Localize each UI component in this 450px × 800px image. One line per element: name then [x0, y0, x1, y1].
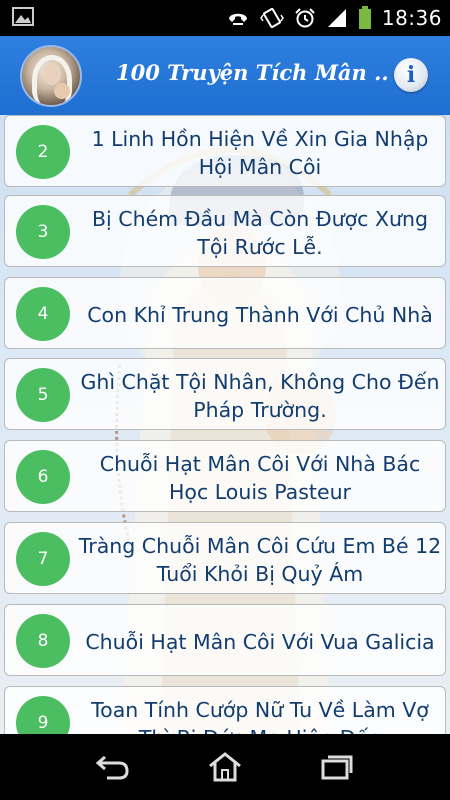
story-number-badge: 4 [16, 287, 70, 341]
list-item[interactable]: 7 Tràng Chuỗi Mân Côi Cứu Em Bé 12 Tuổi … [4, 522, 446, 594]
list-item[interactable]: 3 Bị Chém Đầu Mà Còn Được Xưng Tội Rước … [4, 195, 446, 267]
story-title: Con Khỉ Trung Thành Với Chủ Nhà [87, 303, 433, 327]
story-title: Chuỗi Hạt Mân Côi Với Nhà Bác Học Louis … [99, 452, 421, 504]
list-item[interactable]: 8 Chuỗi Hạt Mân Côi Với Vua Galicia [4, 604, 446, 676]
story-number-badge: 6 [16, 450, 70, 504]
picture-icon [12, 6, 34, 28]
story-title: Ghì Chặt Tội Nhân, Không Cho Đến Pháp Tr… [80, 370, 440, 422]
story-number-badge: 9 [16, 696, 70, 734]
list-item[interactable]: 9 Toan Tính Cướp Nữ Tu Về Làm Vợ Thì Bị … [4, 686, 446, 734]
action-bar: 100 Truyện Tích Mân .. i [0, 36, 450, 115]
alarm-icon [294, 7, 316, 29]
story-title: Bị Chém Đầu Mà Còn Được Xưng Tội Rước Lễ… [91, 207, 429, 259]
story-number-badge: 5 [16, 368, 70, 422]
list-item[interactable]: 5 Ghì Chặt Tội Nhân, Không Cho Đến Pháp … [4, 358, 446, 430]
app-logo[interactable] [20, 45, 82, 107]
story-title: Tràng Chuỗi Mân Côi Cứu Em Bé 12 Tuổi Kh… [78, 534, 442, 586]
story-list-area[interactable]: 2 1 Linh Hồn Hiện Về Xin Gia Nhập Hội Mâ… [0, 115, 450, 734]
recent-apps-icon [321, 755, 353, 780]
story-title: 1 Linh Hồn Hiện Về Xin Gia Nhập Hội Mân … [91, 127, 429, 179]
back-button[interactable] [88, 749, 138, 785]
navigation-bar [0, 734, 450, 800]
app-title: 100 Truyện Tích Mân .. [116, 60, 389, 85]
battery-icon [358, 6, 372, 30]
story-number-badge: 3 [16, 205, 70, 259]
list-item[interactable]: 2 1 Linh Hồn Hiện Về Xin Gia Nhập Hội Mâ… [4, 115, 446, 187]
home-button[interactable] [200, 749, 250, 785]
back-icon [95, 755, 129, 780]
story-number-badge: 8 [16, 614, 70, 668]
list-item[interactable]: 4 Con Khỉ Trung Thành Với Chủ Nhà [4, 277, 446, 349]
status-bar: 18:36 [0, 0, 450, 36]
home-icon [209, 752, 241, 782]
story-title: Toan Tính Cướp Nữ Tu Về Làm Vợ Thì Bị Đứ… [91, 698, 429, 734]
story-number-badge: 7 [16, 532, 70, 586]
list-item[interactable]: 6 Chuỗi Hạt Mân Côi Với Nhà Bác Học Loui… [4, 440, 446, 512]
signal-icon [326, 7, 348, 29]
info-icon: i [406, 62, 416, 88]
recent-apps-button[interactable] [312, 749, 362, 785]
story-number-badge: 2 [16, 125, 70, 179]
info-button[interactable]: i [394, 58, 428, 92]
clock-time: 18:36 [381, 6, 442, 30]
call-forward-icon [226, 7, 250, 29]
vibrate-icon [259, 7, 284, 29]
story-title: Chuỗi Hạt Mân Côi Với Vua Galicia [85, 630, 435, 654]
